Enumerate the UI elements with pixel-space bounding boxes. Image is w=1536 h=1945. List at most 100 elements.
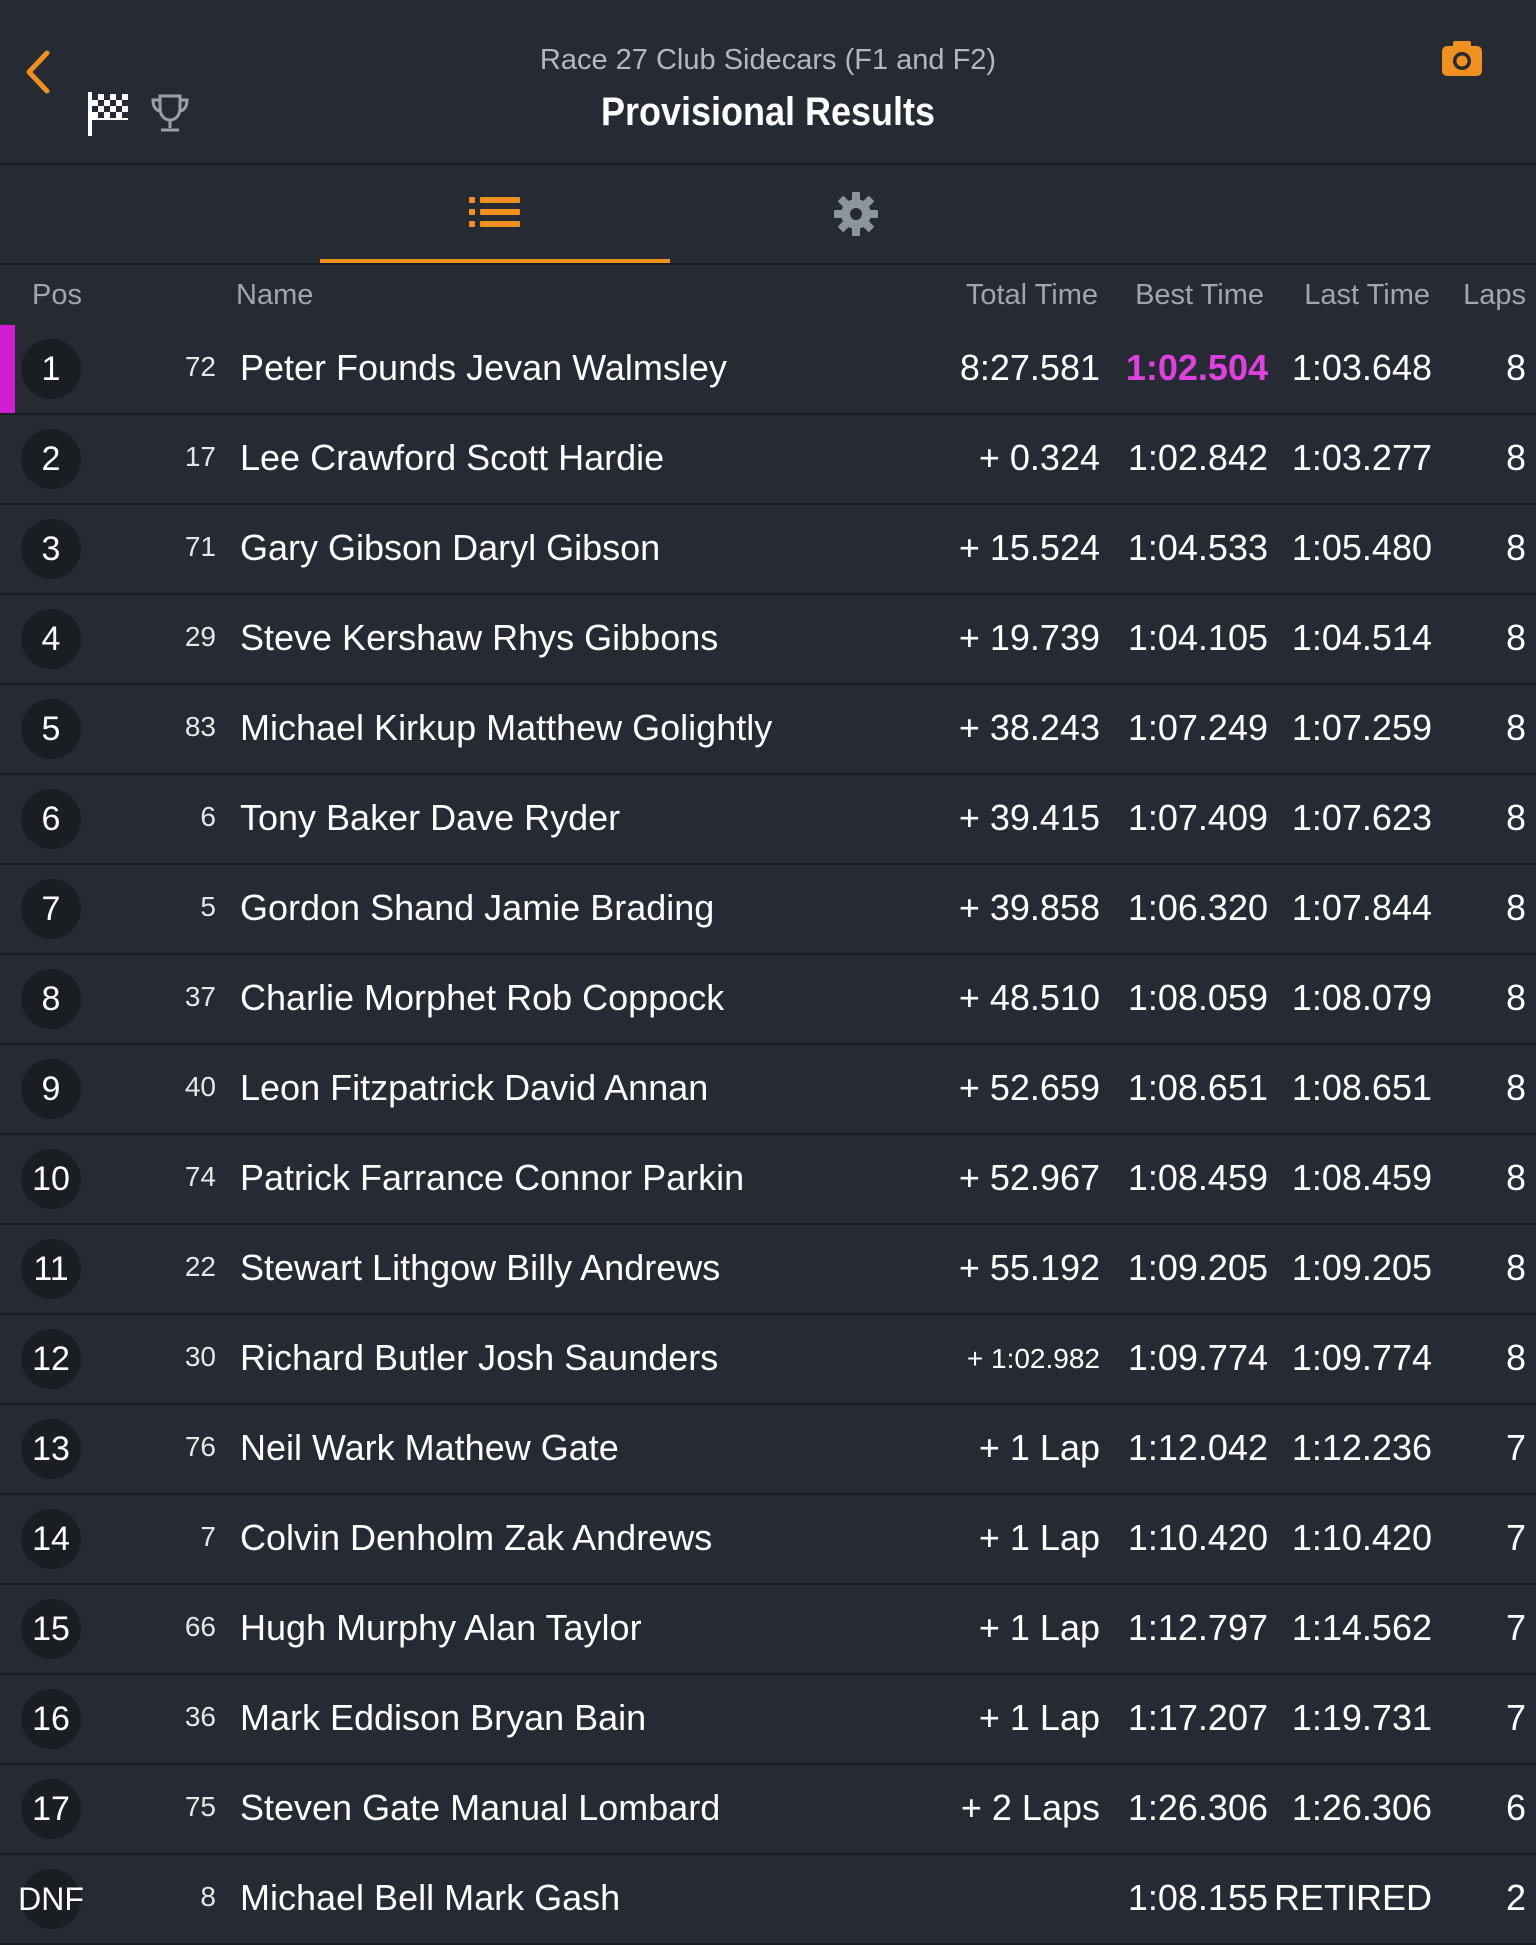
total-time: + 15.524 — [958, 527, 1100, 568]
position-badge: 5 — [21, 699, 81, 759]
laps-count: 8 — [1505, 707, 1526, 748]
entry-number: 30 — [184, 1341, 216, 1372]
col-pos[interactable]: Pos — [32, 279, 82, 312]
last-time: RETIRED — [1273, 1877, 1432, 1918]
page-title: Provisional Results — [600, 90, 936, 134]
best-time: 1:08.651 — [1127, 1067, 1268, 1108]
col-best-time[interactable]: Best Time — [1135, 279, 1264, 312]
table-row[interactable]: 2 17 Lee Crawford Scott Hardie + 0.324 1:02.… — [0, 415, 1536, 505]
tab-results-list[interactable] — [320, 165, 670, 263]
best-time: 1:02.842 — [1127, 437, 1268, 478]
table-row[interactable]: 17 75 Steven Gate Manual Lombard + 2 Laps 1:… — [0, 1765, 1536, 1855]
camera-icon[interactable] — [1440, 38, 1484, 83]
rider-names: Richard Butler Josh Saunders — [240, 1337, 719, 1378]
laps-count: 7 — [1505, 1427, 1526, 1468]
last-time: 1:03.648 — [1291, 347, 1432, 388]
best-time: 1:07.409 — [1127, 797, 1268, 838]
table-row[interactable]: 12 30 Richard Butler Josh Saunders + 1:02.9… — [0, 1315, 1536, 1405]
position-badge: 9 — [21, 1059, 81, 1119]
col-last-time[interactable]: Last Time — [1304, 279, 1430, 312]
table-row[interactable]: DNF 8 Michael Bell Mark Gash 1:08.155 RETIRE… — [0, 1855, 1536, 1945]
last-time: 1:07.844 — [1291, 887, 1432, 928]
tab-bar — [0, 165, 1536, 265]
column-header: Pos Name Total Time Best Time Last Time … — [0, 265, 1536, 325]
total-time: + 38.243 — [958, 707, 1100, 748]
best-time: 1:09.774 — [1127, 1337, 1268, 1378]
position-badge: 12 — [21, 1329, 81, 1389]
last-time: 1:08.459 — [1291, 1157, 1432, 1198]
table-row[interactable]: 4 29 Steve Kershaw Rhys Gibbons + 19.739 1:0… — [0, 595, 1536, 685]
laps-count: 2 — [1505, 1877, 1526, 1918]
table-row[interactable]: 13 76 Neil Wark Mathew Gate + 1 Lap 1:12.042… — [0, 1405, 1536, 1495]
best-time: 1:04.533 — [1127, 527, 1268, 568]
total-time: + 19.739 — [958, 617, 1100, 658]
entry-number: 6 — [200, 801, 216, 832]
rider-names: Mark Eddison Bryan Bain — [240, 1697, 647, 1738]
col-name[interactable]: Name — [236, 279, 313, 312]
rider-names: Lee Crawford Scott Hardie — [240, 437, 665, 478]
entry-number: 7 — [200, 1521, 216, 1552]
entry-number: 72 — [184, 351, 216, 382]
best-time: 1:17.207 — [1127, 1697, 1268, 1738]
laps-count: 8 — [1505, 887, 1526, 928]
best-time: 1:26.306 — [1127, 1787, 1268, 1828]
table-row[interactable]: 5 83 Michael Kirkup Matthew Golightly + 38.… — [0, 685, 1536, 775]
laps-count: 8 — [1505, 977, 1526, 1018]
last-time: 1:12.236 — [1291, 1427, 1432, 1468]
laps-count: 8 — [1505, 1247, 1526, 1288]
rider-names: Steven Gate Manual Lombard — [240, 1787, 721, 1828]
table-row[interactable]: 15 66 Hugh Murphy Alan Taylor + 1 Lap 1:12.7… — [0, 1585, 1536, 1675]
total-time: + 1:02.982 — [966, 1343, 1100, 1374]
last-time: 1:03.277 — [1291, 437, 1432, 478]
last-time: 1:10.420 — [1291, 1517, 1432, 1558]
position-badge: 16 — [21, 1689, 81, 1749]
laps-count: 8 — [1505, 797, 1526, 838]
rider-names: Tony Baker Dave Ryder — [240, 797, 621, 838]
table-row[interactable]: 10 74 Patrick Farrance Connor Parkin + 52.9… — [0, 1135, 1536, 1225]
total-time: + 0.324 — [978, 437, 1100, 478]
best-time: 1:08.155 — [1127, 1877, 1268, 1918]
position-badge: 3 — [21, 519, 81, 579]
total-time: + 52.967 — [958, 1157, 1100, 1198]
table-row[interactable]: 3 71 Gary Gibson Daryl Gibson + 15.524 1:04.… — [0, 505, 1536, 595]
table-row[interactable]: 9 40 Leon Fitzpatrick David Annan + 52.659 1… — [0, 1045, 1536, 1135]
position-badge: 17 — [21, 1779, 81, 1839]
last-time: 1:09.774 — [1291, 1337, 1432, 1378]
rider-names: Michael Kirkup Matthew Golightly — [240, 707, 773, 748]
total-time: + 39.858 — [958, 887, 1100, 928]
table-row[interactable]: 7 5 Gordon Shand Jamie Brading + 39.858 1:06… — [0, 865, 1536, 955]
table-row[interactable]: 16 36 Mark Eddison Bryan Bain + 1 Lap 1:17.2… — [0, 1675, 1536, 1765]
last-time: 1:04.514 — [1291, 617, 1432, 658]
rider-names: Leon Fitzpatrick David Annan — [240, 1067, 709, 1108]
last-time: 1:05.480 — [1291, 527, 1432, 568]
table-row[interactable]: 1 72 Peter Founds Jevan Walmsley 8:27.581 1:… — [0, 325, 1536, 415]
table-row[interactable]: 11 22 Stewart Lithgow Billy Andrews + 55.19… — [0, 1225, 1536, 1315]
laps-count: 7 — [1505, 1607, 1526, 1648]
best-time: 1:12.042 — [1127, 1427, 1268, 1468]
laps-count: 8 — [1505, 1337, 1526, 1378]
table-row[interactable]: 8 37 Charlie Morphet Rob Coppock + 48.510 1:… — [0, 955, 1536, 1045]
table-row[interactable]: 6 6 Tony Baker Dave Ryder + 39.415 1:07.409 1… — [0, 775, 1536, 865]
rider-names: Peter Founds Jevan Walmsley — [240, 347, 727, 388]
last-time: 1:08.079 — [1291, 977, 1432, 1018]
position-badge: 14 — [21, 1509, 81, 1569]
rider-names: Hugh Murphy Alan Taylor — [240, 1607, 642, 1648]
table-row[interactable]: 14 7 Colvin Denholm Zak Andrews + 1 Lap 1:10… — [0, 1495, 1536, 1585]
gear-icon — [834, 192, 878, 236]
position-badge: DNF — [18, 1869, 84, 1929]
position-badge: 15 — [21, 1599, 81, 1659]
position-badge: 8 — [21, 969, 81, 1029]
entry-number: 75 — [184, 1791, 216, 1822]
total-time: + 48.510 — [958, 977, 1100, 1018]
total-time: + 39.415 — [958, 797, 1100, 838]
rider-names: Colvin Denholm Zak Andrews — [240, 1517, 713, 1558]
total-time: + 2 Laps — [960, 1787, 1100, 1828]
laps-count: 8 — [1505, 527, 1526, 568]
tab-settings[interactable] — [676, 165, 1036, 263]
last-time: 1:09.205 — [1291, 1247, 1432, 1288]
col-laps[interactable]: Laps — [1463, 279, 1526, 312]
entry-number: 8 — [200, 1881, 216, 1912]
laps-count: 8 — [1505, 1067, 1526, 1108]
total-time: + 1 Lap — [978, 1427, 1100, 1468]
col-total-time[interactable]: Total Time — [966, 279, 1098, 312]
